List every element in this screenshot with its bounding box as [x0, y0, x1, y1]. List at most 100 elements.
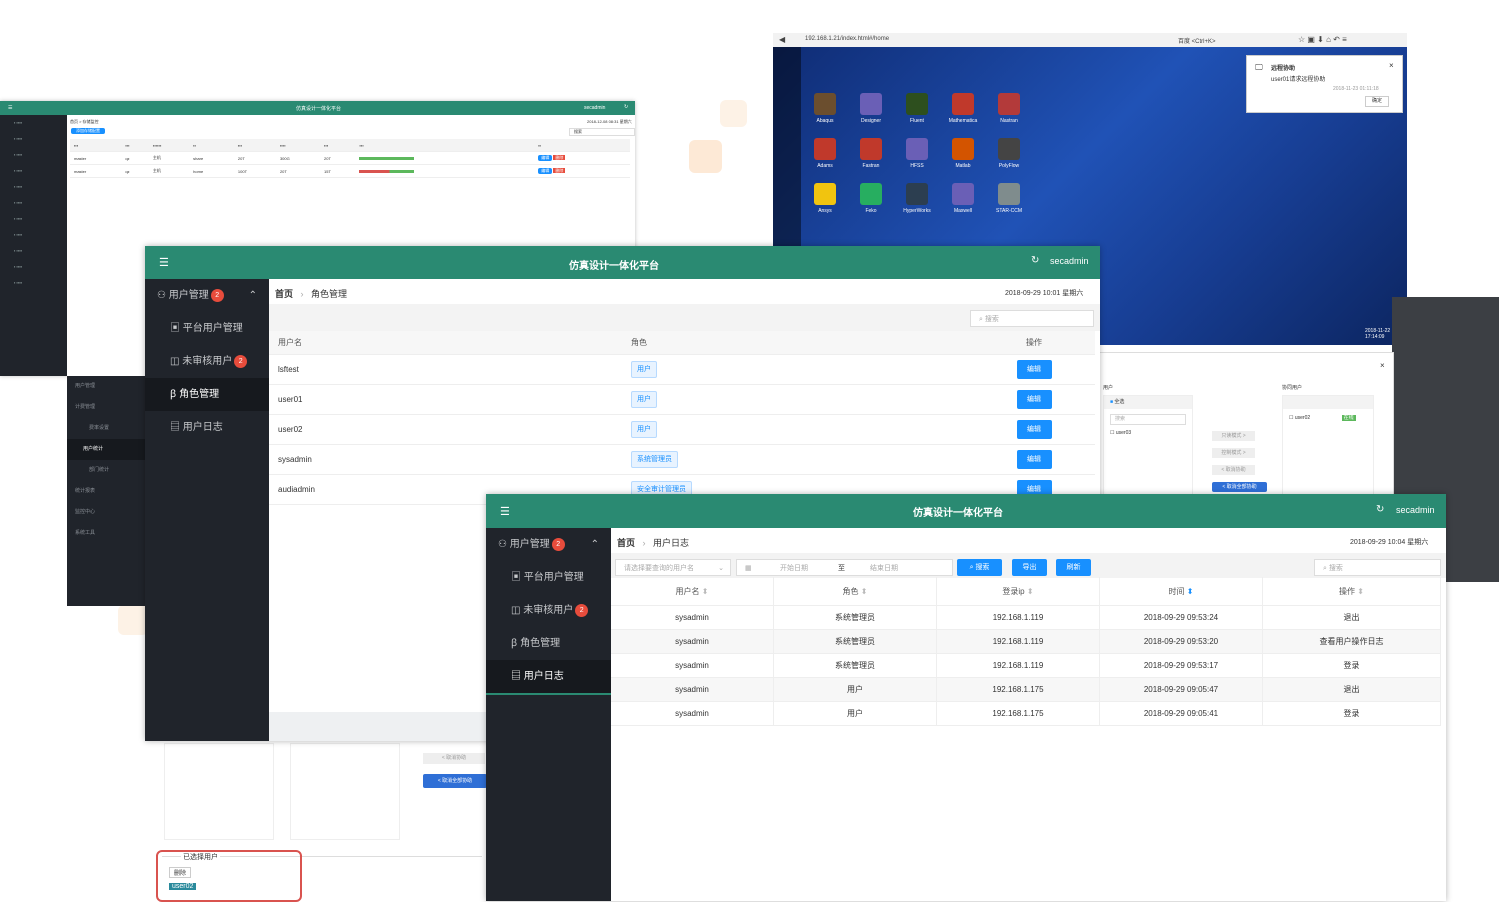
sidebar-item-platform-users[interactable]: ▣ 平台用户管理: [486, 561, 611, 594]
edit-button[interactable]: 编辑: [1016, 420, 1052, 439]
app-shortcut-icon[interactable]: Nastran: [987, 93, 1031, 124]
app-shortcut-label: Abaqus: [816, 118, 834, 124]
sidebar-item[interactable]: ▪ ▪▪▪▪: [0, 147, 67, 163]
sidebar-item[interactable]: ▪ ▪▪▪▪: [0, 195, 67, 211]
readonly-button[interactable]: 只读模式 >: [1212, 431, 1255, 441]
sort-icon[interactable]: ⬍: [1027, 587, 1034, 596]
cancel-assist-button[interactable]: < 取消协助: [1212, 465, 1255, 475]
sort-icon[interactable]: ⬍: [702, 587, 709, 596]
sidebar-item[interactable]: ▪ ▪▪▪▪: [0, 179, 67, 195]
app-shortcut-icon[interactable]: Matlab: [941, 138, 985, 169]
back-icon[interactable]: ◀: [779, 35, 785, 44]
sidebar-item-logs[interactable]: ▤ 用户日志: [486, 660, 611, 695]
checkbox-icon[interactable]: ☐: [1110, 430, 1114, 436]
sidebar-item-unreviewed[interactable]: ◫ 未审核用户 2: [486, 594, 611, 627]
list-item[interactable]: user03: [1116, 430, 1131, 436]
sidebar-item[interactable]: ▪ ▪▪▪▪: [0, 243, 67, 259]
app-shortcut-icon[interactable]: HFSS: [895, 138, 939, 169]
search-input[interactable]: 搜索: [569, 128, 635, 136]
sidebar-item[interactable]: ▪ ▪▪▪▪: [0, 259, 67, 275]
sidebar-item[interactable]: 部门统计: [67, 460, 147, 481]
list-item[interactable]: user02: [1295, 415, 1310, 421]
sidebar-item[interactable]: ▪ ▪▪▪▪: [0, 211, 67, 227]
export-button[interactable]: 导出: [1012, 559, 1047, 576]
sidebar-item-user-management[interactable]: ⚇ 用户管理 2 ⌃: [486, 528, 611, 561]
sort-icon[interactable]: ⬍: [1357, 587, 1364, 596]
sidebar-item-platform-users[interactable]: ▣ 平台用户管理: [145, 312, 269, 345]
refresh-button[interactable]: 刷新: [1056, 559, 1091, 576]
ok-button[interactable]: 确定: [1365, 96, 1389, 107]
app-shortcut-icon[interactable]: Adams: [803, 138, 847, 169]
control-button[interactable]: 控制模式 >: [1212, 448, 1255, 458]
sidebar-item[interactable]: 用户统计: [67, 439, 147, 460]
sidebar-item[interactable]: ▪ ▪▪▪▪: [0, 115, 67, 131]
user-name[interactable]: secadmin: [1396, 505, 1435, 515]
sidebar-item[interactable]: ▪ ▪▪▪▪: [0, 163, 67, 179]
sidebar-item[interactable]: 系统工具: [67, 523, 147, 544]
edit-button[interactable]: 编辑: [538, 168, 553, 174]
delete-button[interactable]: 删除: [553, 168, 566, 173]
decor-square: [689, 140, 722, 173]
date-range-picker[interactable]: ▦ 开始日期 至 结束日期: [736, 559, 953, 576]
sidebar-item[interactable]: ▪ ▪▪▪▪: [0, 227, 67, 243]
menu-icon[interactable]: ☰: [8, 105, 12, 111]
sidebar-item-logs[interactable]: ▤ 用户日志: [145, 411, 269, 444]
app-shortcut-icon[interactable]: Feko: [849, 183, 893, 214]
delete-button[interactable]: 删除: [553, 155, 566, 160]
app-shortcut-icon[interactable]: PolyFlow: [987, 138, 1031, 169]
sidebar-item-roles[interactable]: ꞵ 角色管理: [145, 378, 269, 411]
username-select[interactable]: 请选择要查询的用户名 ⌄: [615, 559, 731, 576]
search-input[interactable]: ⌕ 搜索: [970, 310, 1094, 327]
edit-button[interactable]: 编辑: [1016, 360, 1052, 379]
app-shortcut-icon[interactable]: Ansys: [803, 183, 847, 214]
cancel-all-button[interactable]: < 取消全部协助: [1212, 482, 1267, 492]
app-shortcut-icon[interactable]: Fluent: [895, 93, 939, 124]
sidebar-item[interactable]: ▪ ▪▪▪▪: [0, 275, 67, 291]
breadcrumb-home[interactable]: 首页: [275, 289, 293, 299]
sidebar-item[interactable]: 统计报表: [67, 481, 147, 502]
app-shortcut-icon[interactable]: Mathematica: [941, 93, 985, 124]
app-shortcut-icon[interactable]: HyperWorks: [895, 183, 939, 214]
sidebar-item[interactable]: 监控中心: [67, 502, 147, 523]
user-name[interactable]: secadmin: [1050, 256, 1089, 266]
app-shortcut-icon[interactable]: STAR-CCM: [987, 183, 1031, 214]
sidebar-item[interactable]: ▪ ▪▪▪▪: [0, 131, 67, 147]
end-date-input[interactable]: 结束日期: [870, 560, 898, 577]
search-button[interactable]: ⌕ 搜索: [957, 559, 1002, 576]
search-input[interactable]: ⌕ 搜索: [1314, 559, 1441, 576]
app-shortcut-icon[interactable]: Designer: [849, 93, 893, 124]
app-shortcut-icon[interactable]: Abaqus: [803, 93, 847, 124]
app-shortcut-icon[interactable]: Fastran: [849, 138, 893, 169]
user-name[interactable]: secadmin: [584, 105, 605, 111]
sort-desc-icon[interactable]: ⬍: [1187, 587, 1194, 596]
checkbox-icon[interactable]: ■: [1110, 399, 1113, 405]
sidebar-item[interactable]: 计费管理: [67, 397, 147, 418]
url-bar[interactable]: 192.168.1.21/index.html#/home: [805, 36, 889, 42]
search-input[interactable]: 搜索: [1110, 414, 1186, 425]
start-date-input[interactable]: 开始日期: [780, 560, 808, 577]
edit-button[interactable]: 编辑: [538, 155, 553, 161]
cancel-assist-button[interactable]: < 取消协助: [423, 753, 485, 764]
sidebar-item[interactable]: 费率设置: [67, 418, 147, 439]
sidebar-item[interactable]: 用户管理: [67, 376, 147, 397]
sidebar-item-unreviewed[interactable]: ◫ 未审核用户 2: [145, 345, 269, 378]
sidebar-item-user-management[interactable]: ⚇ 用户管理 2 ⌃: [145, 279, 269, 312]
refresh-icon[interactable]: ↻: [1031, 255, 1039, 266]
menu-toggle-icon[interactable]: ☰: [159, 256, 169, 269]
breadcrumb-home[interactable]: 首页: [617, 538, 635, 548]
edit-button[interactable]: 编辑: [1016, 390, 1052, 409]
close-icon[interactable]: ×: [1380, 361, 1385, 370]
edit-button[interactable]: 编辑: [1016, 450, 1052, 469]
sidebar-item-roles[interactable]: ꞵ 角色管理: [486, 627, 611, 660]
refresh-icon[interactable]: ↻: [624, 104, 628, 110]
menu-toggle-icon[interactable]: ☰: [500, 505, 510, 518]
cancel-all-button[interactable]: < 取消全部协助: [423, 774, 487, 788]
checkbox-icon[interactable]: ☐: [1289, 415, 1293, 421]
search-hint[interactable]: 百度 <Ctrl+K>: [1178, 36, 1216, 45]
close-icon[interactable]: ×: [1389, 61, 1394, 70]
app-shortcut-icon[interactable]: Maxwell: [941, 183, 985, 214]
bookmark-icon[interactable]: ☆ ▣ ⬇ ⌂ ↶ ≡: [1298, 35, 1347, 44]
add-storage-button[interactable]: 添加存储配置: [71, 128, 105, 134]
refresh-icon[interactable]: ↻: [1376, 504, 1384, 515]
sort-icon[interactable]: ⬍: [861, 587, 868, 596]
